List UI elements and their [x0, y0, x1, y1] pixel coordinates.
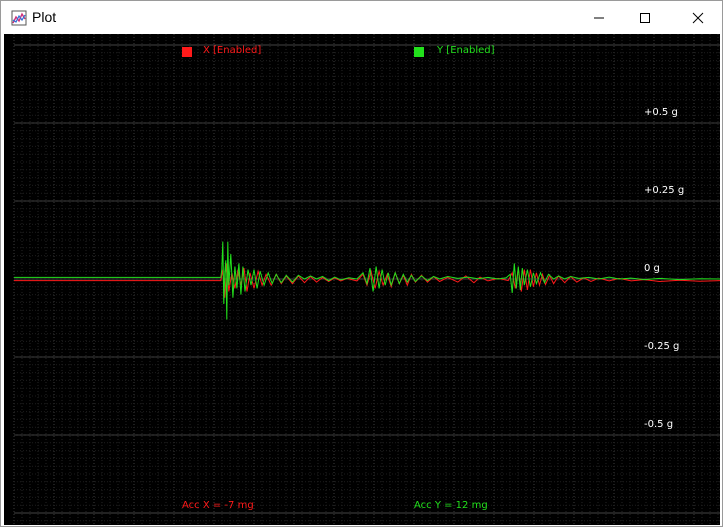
acc-y-readout: Acc Y = 12 mg [414, 500, 488, 511]
legend-label-x: X [Enabled] [203, 45, 262, 56]
maximize-icon [640, 12, 650, 23]
y-tick-label: -0.25 g [644, 341, 680, 352]
plot-window: Plot X [Enabled] Y [Enabled] +0.5 g +0.2… [0, 0, 723, 527]
y-tick-label: +0.5 g [644, 107, 678, 118]
legend-swatch-x [182, 47, 192, 57]
plot-area[interactable]: X [Enabled] Y [Enabled] +0.5 g +0.25 g 0… [4, 34, 720, 525]
title-bar[interactable]: Plot [1, 1, 722, 34]
legend-label-y: Y [Enabled] [437, 45, 495, 56]
close-button[interactable] [675, 1, 721, 34]
close-icon [692, 12, 704, 23]
maximize-button[interactable] [622, 1, 668, 34]
legend-swatch-y [414, 47, 424, 57]
chart-canvas [13, 34, 720, 525]
y-tick-label: 0 g [644, 263, 660, 274]
acc-x-readout: Acc X = -7 mg [182, 500, 254, 511]
chart-app-icon [11, 10, 27, 26]
minimize-icon [594, 17, 604, 18]
window-title: Plot [32, 9, 57, 25]
minimize-button[interactable] [576, 1, 622, 34]
y-tick-label: -0.5 g [644, 419, 674, 430]
y-tick-label: +0.25 g [644, 185, 685, 196]
